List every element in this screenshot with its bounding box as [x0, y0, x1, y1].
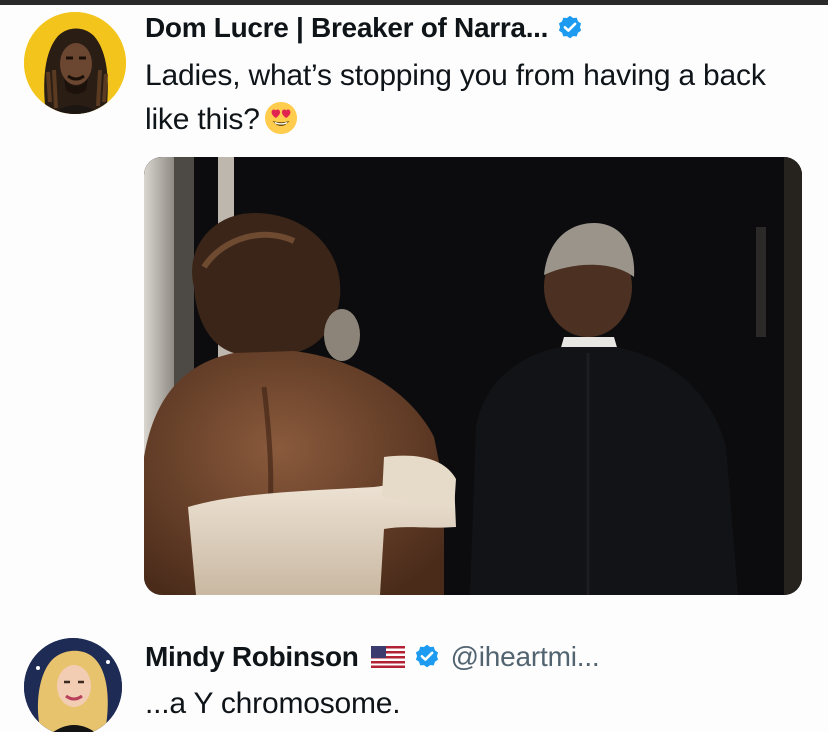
author-handle[interactable]: @iheartmi...	[451, 641, 600, 673]
tweet-1-text: Ladies, what’s stopping you from having …	[145, 54, 805, 142]
verified-badge-icon	[559, 15, 582, 39]
top-edge-strip	[0, 0, 828, 5]
screenshot-page: Dom Lucre | Breaker of Narra... Ladies, …	[0, 0, 828, 732]
author-display-name[interactable]: Dom Lucre | Breaker of Narra...	[145, 12, 548, 44]
tweet-2-header: Mindy Robinson @iheartmi...	[145, 637, 600, 677]
avatar-dom-lucre[interactable]	[24, 12, 126, 114]
us-flag-icon	[370, 646, 405, 668]
tweet-body: Ladies, what’s stopping you from having …	[145, 59, 766, 136]
tweet-1-header: Dom Lucre | Breaker of Narra...	[145, 8, 584, 48]
verified-badge-icon	[415, 644, 438, 668]
heart-eyes-emoji-icon	[264, 101, 297, 135]
tweet-2-text: ...a Y chromosome.	[145, 687, 401, 720]
tweet-1-photo[interactable]	[144, 157, 802, 595]
author-display-name[interactable]: Mindy Robinson	[145, 641, 359, 673]
avatar-dreadlocks-icon	[24, 12, 126, 114]
avatar-mindy-robinson[interactable]	[24, 638, 122, 732]
photo-two-people-walking-away-icon	[144, 157, 802, 595]
avatar-blonde-woman-icon	[24, 638, 122, 732]
